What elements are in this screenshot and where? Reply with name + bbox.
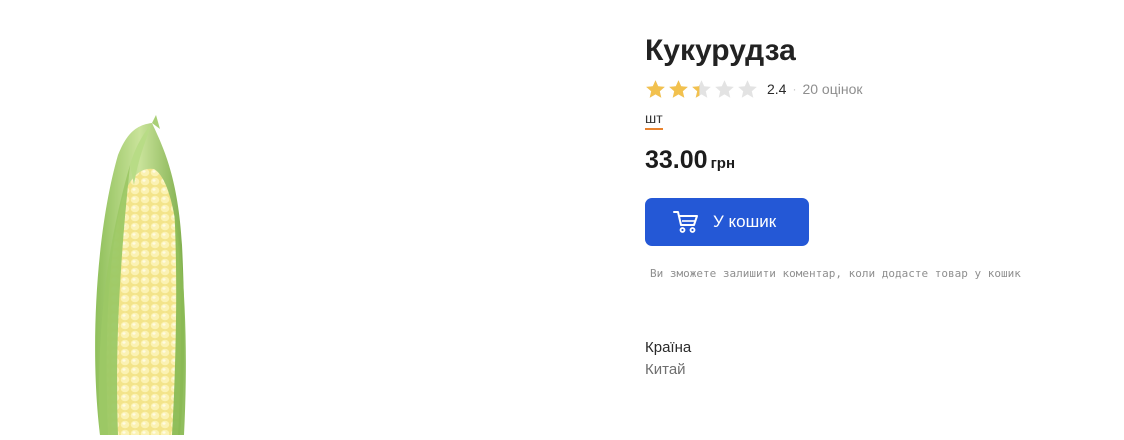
corn-cob-image bbox=[95, 115, 186, 435]
add-to-cart-label: У кошик bbox=[713, 212, 777, 231]
comment-hint: Ви зможете залишити коментар, коли додас… bbox=[650, 267, 1021, 280]
price-value: 33.00 bbox=[645, 146, 708, 174]
product-title: Кукурудза bbox=[645, 34, 796, 67]
price-currency: грн bbox=[710, 155, 736, 172]
spec-value-country: Китай bbox=[645, 361, 686, 378]
rating-value: 2.4 bbox=[767, 81, 787, 97]
spec-label-country: Країна bbox=[645, 339, 692, 356]
price: 33.00 грн bbox=[645, 146, 735, 175]
rating-count[interactable]: 20 оцінок bbox=[802, 81, 862, 97]
star-icon[interactable] bbox=[668, 79, 689, 100]
rating-separator: · bbox=[792, 82, 797, 96]
star-icon[interactable] bbox=[737, 79, 758, 100]
rating-stars[interactable] bbox=[645, 79, 758, 100]
unit-label[interactable]: шт bbox=[645, 110, 663, 130]
rating[interactable]: 2.4 · 20 оцінок bbox=[645, 78, 863, 100]
star-icon[interactable] bbox=[645, 79, 666, 100]
product-image bbox=[60, 105, 240, 435]
star-icon[interactable] bbox=[714, 79, 735, 100]
cart-icon bbox=[673, 211, 698, 233]
add-to-cart-button[interactable]: У кошик bbox=[645, 198, 809, 246]
star-icon[interactable] bbox=[691, 79, 712, 100]
